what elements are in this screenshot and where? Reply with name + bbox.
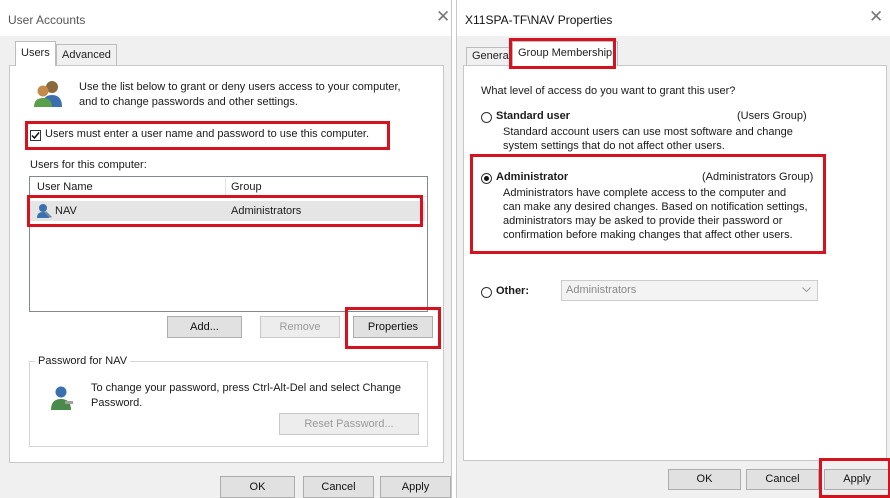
other-group-select[interactable]: Administrators [561, 280, 818, 301]
password-text-line2: Password. [91, 397, 143, 409]
title-bar: X11SPA-TF\NAV Properties ✕ [457, 0, 890, 36]
reset-password-button[interactable]: Reset Password... [279, 413, 419, 435]
administrator-label[interactable]: Administrator [496, 171, 568, 183]
administrator-group: (Administrators Group) [702, 171, 814, 183]
column-header-group[interactable]: Group [231, 181, 262, 193]
administrator-radio[interactable] [481, 173, 492, 184]
add-button[interactable]: Add... [167, 316, 242, 338]
user-accounts-window: User Accounts ✕ Users Advanced Use the l… [0, 0, 452, 498]
administrator-desc1: Administrators have complete access to t… [503, 187, 787, 199]
password-group-label: Password for NAV [35, 355, 131, 367]
apply-button[interactable]: Apply [380, 476, 451, 498]
user-group-cell: Administrators [231, 205, 302, 217]
tab-advanced[interactable]: Advanced [56, 44, 117, 66]
window-title: User Accounts [8, 13, 86, 27]
cancel-button[interactable]: Cancel [303, 476, 374, 498]
administrator-desc4: confirmation before making changes that … [503, 229, 793, 241]
ok-button[interactable]: OK [220, 476, 295, 498]
access-question: What level of access do you want to gran… [481, 85, 736, 97]
apply-button[interactable]: Apply [824, 469, 890, 490]
standard-user-label[interactable]: Standard user [496, 110, 570, 122]
administrator-desc3: administrators may be asked to provide t… [503, 215, 783, 227]
standard-user-desc1: Standard account users can use most soft… [503, 126, 793, 138]
standard-user-group: (Users Group) [737, 110, 807, 122]
other-radio[interactable] [481, 287, 492, 298]
table-row[interactable] [30, 201, 425, 221]
ok-button[interactable]: OK [668, 469, 741, 490]
tab-users[interactable]: Users [15, 41, 56, 66]
remove-button[interactable]: Remove [260, 316, 340, 338]
password-text-line1: To change your password, press Ctrl-Alt-… [91, 382, 401, 394]
tab-group-membership[interactable]: Group Membership [512, 41, 619, 66]
users-for-computer-label: Users for this computer: [30, 159, 147, 171]
administrator-option: Administrator (Administrators Group) Adm… [470, 154, 826, 254]
intro-text-line1: Use the list below to grant or deny user… [79, 81, 401, 93]
must-enter-checkbox[interactable] [30, 130, 41, 141]
column-header-user-name[interactable]: User Name [37, 181, 93, 193]
tab-general[interactable]: General [466, 47, 518, 66]
users-icon [34, 81, 62, 107]
standard-user-desc2: system settings that do not affect other… [503, 140, 725, 152]
window-title: X11SPA-TF\NAV Properties [465, 13, 613, 27]
other-label[interactable]: Other: [496, 285, 529, 297]
close-icon[interactable]: ✕ [869, 8, 883, 25]
user-icon [37, 204, 52, 218]
standard-user-radio[interactable] [481, 112, 492, 123]
other-group-value: Administrators [566, 284, 637, 296]
nav-properties-window: X11SPA-TF\NAV Properties ✕ General Group… [456, 0, 890, 498]
intro-text-line2: and to change passwords and other settin… [79, 96, 298, 108]
cancel-button[interactable]: Cancel [746, 469, 819, 490]
column-divider [225, 178, 226, 196]
close-icon[interactable]: ✕ [436, 8, 450, 25]
title-bar: User Accounts ✕ [0, 0, 451, 36]
checkmark-icon [31, 132, 40, 140]
administrator-desc2: can make any desired changes. Based on n… [503, 201, 808, 213]
properties-button[interactable]: Properties [353, 316, 433, 338]
user-name-cell: NAV [55, 205, 77, 217]
must-enter-label: Users must enter a user name and passwor… [45, 128, 370, 140]
group-membership-panel [463, 65, 887, 461]
chevron-down-icon [802, 287, 811, 293]
user-key-icon [51, 386, 73, 410]
